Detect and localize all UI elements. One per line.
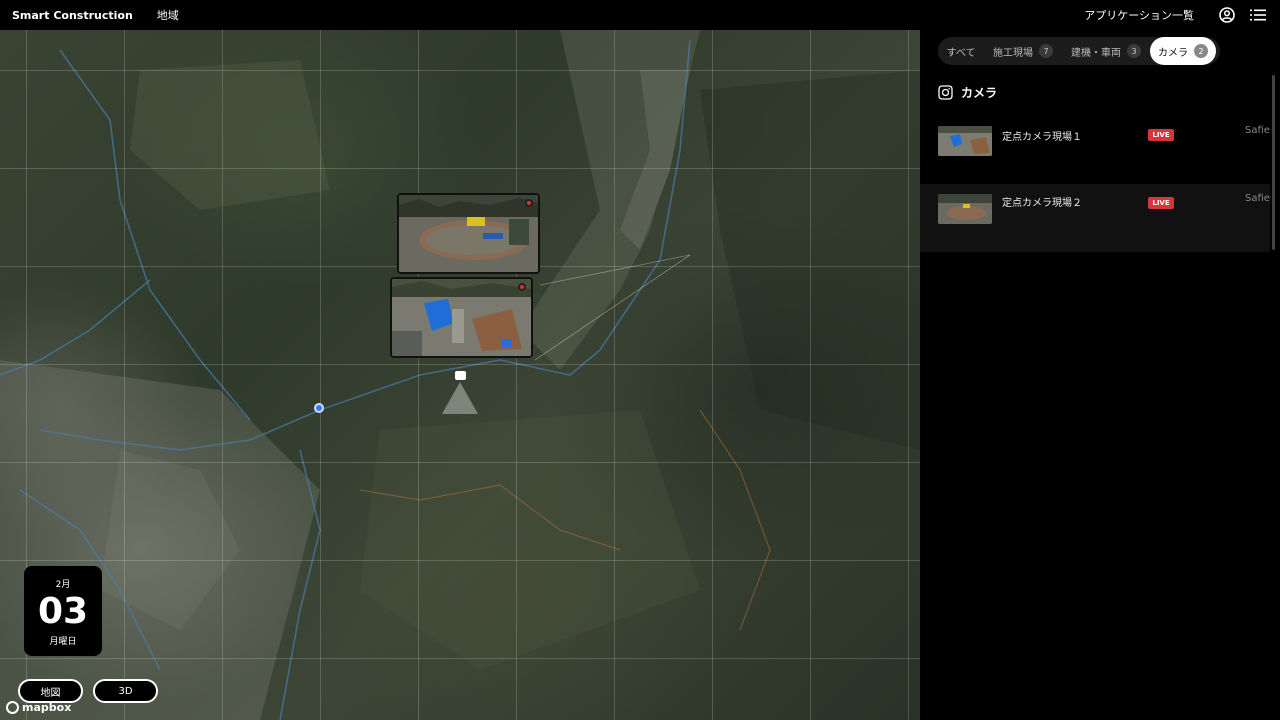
grid-line (0, 462, 920, 463)
camera-icon (938, 84, 953, 100)
section-header: カメラ (938, 82, 997, 102)
recording-indicator (525, 199, 533, 207)
tab-label: すべて (946, 47, 976, 59)
recording-indicator (518, 283, 526, 291)
camera-feed-image (392, 279, 531, 356)
camera-provider: Safie (1245, 193, 1270, 204)
grid-line (418, 30, 419, 720)
satellite-map[interactable]: 2月 03 月曜日 地図 3D mapbox (0, 30, 920, 720)
mapbox-attribution[interactable]: mapbox (6, 699, 71, 715)
category-tabs: すべて 施工現場 7 建機・車両 3 カメラ 2 (938, 37, 1220, 65)
camera-provider: Safie (1245, 125, 1270, 136)
list-scrollbar[interactable] (1272, 75, 1275, 250)
date-day: 03 (37, 591, 89, 632)
grid-line (222, 30, 223, 720)
camera-thumbnail (938, 194, 992, 224)
grid-line (0, 560, 920, 561)
camera-feed-image (399, 195, 538, 272)
mapbox-logo-icon (6, 700, 19, 714)
grid-line (810, 30, 811, 720)
date-weekday: 月曜日 (49, 637, 77, 647)
camera-name: 定点カメラ現場２ (1002, 198, 1082, 209)
mapbox-label: mapbox (22, 700, 72, 714)
camera-thumbnail (938, 126, 992, 156)
tab-count: 2 (1194, 44, 1208, 58)
date-month: 2月 (55, 580, 71, 590)
tab-label: カメラ (1158, 47, 1188, 59)
app-list-link[interactable]: アプリケーション一覧 (1084, 7, 1194, 23)
top-bar-right: アプリケーション一覧 (1084, 6, 1280, 24)
date-card: 2月 03 月曜日 (24, 566, 102, 656)
camera-feed-popup[interactable] (390, 277, 533, 358)
grid-line (124, 30, 125, 720)
grid-line (0, 70, 920, 71)
grid-line (0, 168, 920, 169)
live-badge: LIVE (1148, 197, 1174, 209)
grid-line (908, 30, 909, 720)
tab-count: 7 (1039, 44, 1053, 58)
grid-line (320, 30, 321, 720)
section-title: カメラ (961, 85, 998, 100)
camera-list-item[interactable]: 定点カメラ現場２ LIVE Safie (920, 184, 1270, 252)
location-marker-icon[interactable] (314, 403, 324, 413)
tab-all[interactable]: すべて (938, 37, 984, 65)
tab-count: 3 (1127, 44, 1141, 58)
tab-cameras[interactable]: カメラ 2 (1150, 37, 1216, 65)
grid-line (0, 364, 920, 365)
live-badge: LIVE (1148, 129, 1174, 141)
tab-label: 建機・車両 (1071, 47, 1121, 59)
tab-label: 施工現場 (993, 47, 1033, 59)
menu-list-icon[interactable] (1249, 6, 1267, 24)
camera-marker-icon[interactable] (455, 371, 466, 380)
tab-machines[interactable]: 建機・車両 3 (1062, 37, 1150, 65)
region-menu[interactable]: 地域 (157, 7, 179, 23)
camera-feed-popup[interactable] (397, 193, 540, 274)
camera-view-cone (442, 382, 478, 414)
grid-line (516, 30, 517, 720)
top-bar: Smart Construction 地域 アプリケーション一覧 (0, 0, 1280, 30)
tab-sites[interactable]: 施工現場 7 (984, 37, 1062, 65)
camera-name: 定点カメラ現場１ (1002, 132, 1082, 143)
grid-line (712, 30, 713, 720)
app-brand[interactable]: Smart Construction (12, 9, 133, 22)
camera-list-item[interactable]: 定点カメラ現場１ LIVE Safie (920, 112, 1270, 180)
3d-view-button[interactable]: 3D (93, 679, 158, 703)
grid-line (614, 30, 615, 720)
grid-line (0, 658, 920, 659)
side-panel: すべて 施工現場 7 建機・車両 3 カメラ 2 カメラ 定点カメラ現場１ LI… (920, 30, 1280, 720)
account-circle-icon[interactable] (1218, 6, 1236, 24)
